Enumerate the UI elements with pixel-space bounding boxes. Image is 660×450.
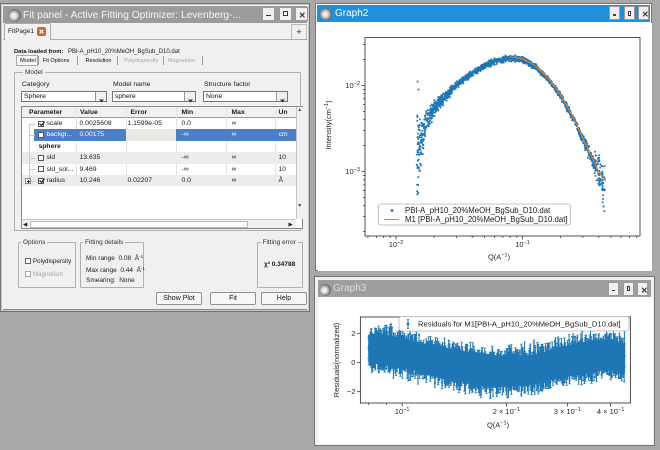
svg-text:0: 0 xyxy=(351,358,355,367)
svg-text:2: 2 xyxy=(351,329,355,338)
svg-text:PBI-A_pH10_20%MeOH_BgSub_D10.d: PBI-A_pH10_20%MeOH_BgSub_D10.dat xyxy=(405,206,551,215)
svg-text:−2: −2 xyxy=(347,387,356,396)
svg-text:Q(A−1): Q(A−1) xyxy=(488,252,511,261)
svg-text:Residuals for M1[PBI-A_pH10_20: Residuals for M1[PBI-A_pH10_20%MeOH_BgSu… xyxy=(418,320,621,329)
svg-text:Residuals(normalized): Residuals(normalized) xyxy=(332,322,341,397)
svg-text:Q(A−1): Q(A−1) xyxy=(487,421,510,430)
svg-text:M1 [PBI-A_pH10_20%MeOH_BgSub_D: M1 [PBI-A_pH10_20%MeOH_BgSub_D10.dat] xyxy=(405,215,568,224)
